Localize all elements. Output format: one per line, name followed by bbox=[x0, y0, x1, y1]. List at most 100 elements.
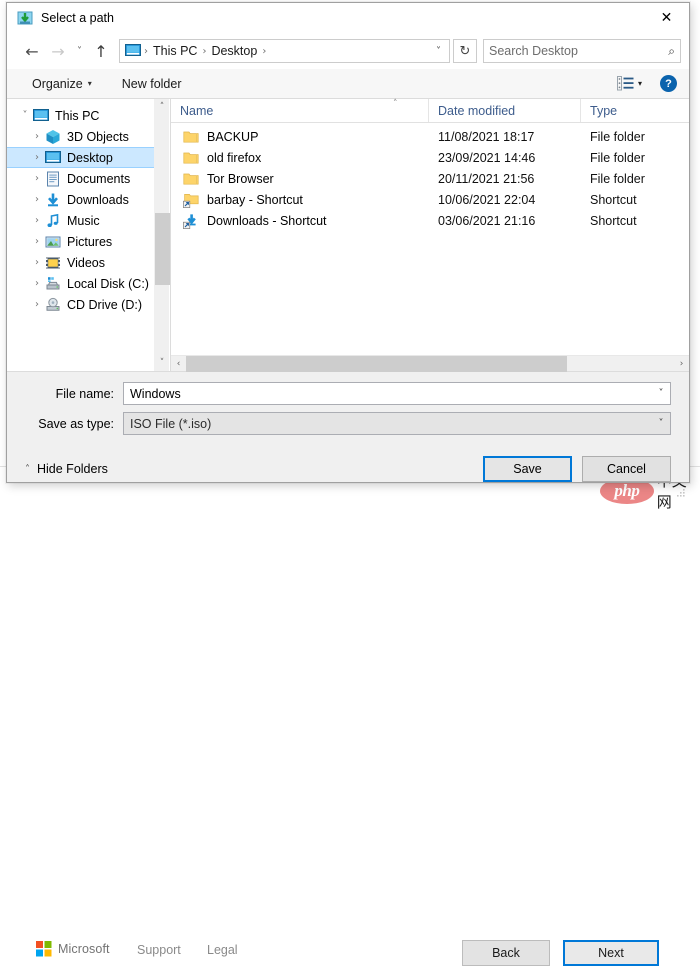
savetype-value: ISO File (*.iso) bbox=[130, 416, 212, 431]
file-list-horizontal-scrollbar[interactable]: ‹ › bbox=[171, 355, 689, 372]
file-date-cell: 23/09/2021 14:46 bbox=[438, 150, 536, 165]
table-row[interactable]: old firefox 23/09/2021 14:46 File folder bbox=[171, 147, 689, 168]
downloads-shortcut-icon bbox=[183, 213, 196, 229]
table-row[interactable]: Downloads - Shortcut 03/06/2021 21:16 Sh… bbox=[171, 210, 689, 231]
music-icon bbox=[45, 213, 62, 229]
back-button[interactable]: Back bbox=[462, 940, 550, 966]
column-header-type[interactable]: Type bbox=[580, 99, 689, 122]
twisty-icon[interactable]: › bbox=[29, 215, 45, 226]
scroll-down-icon[interactable]: ˅ bbox=[155, 355, 170, 371]
harddisk-icon bbox=[45, 276, 62, 292]
sidebar-item-desktop[interactable]: › Desktop bbox=[7, 147, 154, 168]
sort-ascending-icon: ˄ bbox=[393, 99, 398, 109]
dialog-actions: ˄ Hide Folders Save Cancel bbox=[7, 442, 689, 497]
folder-tree: ˅ This PC › 3D Objects › Desktop › Docum… bbox=[7, 99, 154, 371]
sidebar-item-local-disk-c[interactable]: › Local Disk (C:) bbox=[7, 273, 154, 294]
sidebar-item-label: Music bbox=[67, 213, 100, 228]
hide-folders-toggle[interactable]: ˄ Hide Folders bbox=[25, 462, 108, 476]
sidebar-item-downloads[interactable]: › Downloads bbox=[7, 189, 154, 210]
sidebar-item-pictures[interactable]: › Pictures bbox=[7, 231, 154, 252]
documents-icon bbox=[45, 171, 62, 187]
search-input[interactable]: Search Desktop ⌕ bbox=[483, 39, 681, 63]
breadcrumb-desktop[interactable]: Desktop bbox=[209, 44, 259, 58]
file-name-label: barbay - Shortcut bbox=[207, 192, 303, 207]
sidebar-item-this-pc[interactable]: ˅ This PC bbox=[7, 105, 154, 126]
file-name-cell: Tor Browser bbox=[171, 171, 428, 187]
cancel-button[interactable]: Cancel bbox=[582, 456, 671, 482]
forward-arrow-icon[interactable]: → bbox=[45, 38, 71, 64]
scrollbar-track[interactable] bbox=[154, 115, 170, 355]
sidebar-item-label: Videos bbox=[67, 255, 105, 270]
organize-button[interactable]: Organize ▾ bbox=[25, 74, 99, 94]
breadcrumb-separator: › bbox=[262, 45, 267, 57]
scrollbar-thumb[interactable] bbox=[154, 213, 170, 286]
scrollbar-thumb[interactable] bbox=[186, 355, 567, 372]
sidebar-item-label: CD Drive (D:) bbox=[67, 297, 142, 312]
downloads-icon bbox=[45, 192, 62, 208]
scroll-right-icon[interactable]: › bbox=[674, 356, 689, 372]
twisty-icon[interactable]: ˅ bbox=[17, 110, 33, 121]
twisty-icon[interactable]: › bbox=[29, 278, 45, 289]
sidebar-item-music[interactable]: › Music bbox=[7, 210, 154, 231]
address-dropdown-chevron-icon[interactable]: ˅ bbox=[432, 46, 445, 57]
twisty-icon[interactable]: › bbox=[29, 131, 45, 142]
save-button[interactable]: Save bbox=[483, 456, 572, 482]
chevron-down-icon: ▾ bbox=[87, 79, 92, 88]
recent-locations-chevron-icon[interactable]: ˅ bbox=[71, 38, 88, 64]
filename-value: Windows bbox=[130, 386, 181, 401]
column-header-date-modified[interactable]: Date modified bbox=[428, 99, 580, 122]
table-row[interactable]: barbay - Shortcut 10/06/2021 22:04 Short… bbox=[171, 189, 689, 210]
cube-icon bbox=[45, 129, 62, 145]
help-button[interactable]: ? bbox=[660, 75, 677, 92]
breadcrumb-this-pc[interactable]: This PC bbox=[151, 44, 199, 58]
table-row[interactable]: BACKUP 11/08/2021 18:17 File folder bbox=[171, 126, 689, 147]
sidebar-item-videos[interactable]: › Videos bbox=[7, 252, 154, 273]
toolbar-right-group: ▾ ? bbox=[616, 75, 689, 92]
filename-dropdown-chevron-icon[interactable]: ˅ bbox=[652, 388, 670, 399]
up-arrow-icon[interactable]: ↑ bbox=[88, 38, 114, 64]
savetype-select[interactable]: ISO File (*.iso) ˅ bbox=[123, 412, 671, 435]
refresh-icon[interactable]: ↻ bbox=[453, 39, 477, 63]
twisty-icon[interactable]: › bbox=[29, 299, 45, 310]
file-date-cell: 20/11/2021 21:56 bbox=[438, 171, 535, 186]
table-row[interactable]: Tor Browser 20/11/2021 21:56 File folder bbox=[171, 168, 689, 189]
save-arrow-icon bbox=[17, 11, 33, 25]
twisty-icon[interactable]: › bbox=[29, 236, 45, 247]
new-folder-button[interactable]: New folder bbox=[115, 74, 189, 94]
support-link[interactable]: Support bbox=[137, 943, 181, 957]
sidebar-item-label: This PC bbox=[55, 108, 100, 123]
sidebar-item-cd-drive-d[interactable]: › CD Drive (D:) bbox=[7, 294, 154, 315]
resize-grip-icon[interactable] bbox=[674, 486, 686, 498]
legal-link[interactable]: Legal bbox=[207, 943, 238, 957]
scrollbar-track[interactable] bbox=[186, 355, 674, 372]
file-name-label: Downloads - Shortcut bbox=[207, 213, 327, 228]
close-icon[interactable]: ✕ bbox=[644, 3, 689, 32]
dialog-body: ˅ This PC › 3D Objects › Desktop › Docum… bbox=[7, 99, 689, 372]
file-name-cell: Downloads - Shortcut bbox=[171, 213, 428, 229]
filename-input[interactable]: Windows ˅ bbox=[123, 382, 671, 405]
column-header-name[interactable]: Name bbox=[171, 99, 428, 122]
command-toolbar: Organize ▾ New folder ▾ ? bbox=[7, 69, 689, 99]
sidebar-item-label: Downloads bbox=[67, 192, 129, 207]
scroll-up-icon[interactable]: ˄ bbox=[155, 99, 170, 115]
address-bar[interactable]: › This PC › Desktop › ˅ bbox=[119, 39, 450, 63]
file-date-cell: 03/06/2021 21:16 bbox=[438, 213, 536, 228]
next-button[interactable]: Next bbox=[563, 940, 659, 966]
navigation-bar: ← → ˅ ↑ › This PC › Desktop › ˅ ↻ Search… bbox=[7, 33, 689, 69]
twisty-icon[interactable]: › bbox=[29, 173, 45, 184]
navigation-pane-scrollbar[interactable]: ˄ ˅ bbox=[154, 99, 170, 371]
savetype-row: Save as type: ISO File (*.iso) ˅ bbox=[25, 412, 671, 435]
twisty-icon[interactable]: › bbox=[29, 257, 45, 268]
breadcrumb-separator: › bbox=[202, 45, 207, 57]
folder-icon bbox=[183, 152, 199, 164]
view-dropdown-chevron-icon[interactable]: ▾ bbox=[638, 79, 642, 88]
sidebar-item-documents[interactable]: › Documents bbox=[7, 168, 154, 189]
scroll-left-icon[interactable]: ‹ bbox=[171, 356, 186, 372]
twisty-icon[interactable]: › bbox=[29, 152, 45, 163]
savetype-dropdown-chevron-icon[interactable]: ˅ bbox=[652, 418, 670, 429]
sidebar-item-3d-objects[interactable]: › 3D Objects bbox=[7, 126, 154, 147]
view-options-icon[interactable] bbox=[616, 76, 634, 91]
back-arrow-icon[interactable]: ← bbox=[19, 38, 45, 64]
twisty-icon[interactable]: › bbox=[29, 194, 45, 205]
column-headers: Name Date modified Type ˄ bbox=[171, 99, 689, 123]
